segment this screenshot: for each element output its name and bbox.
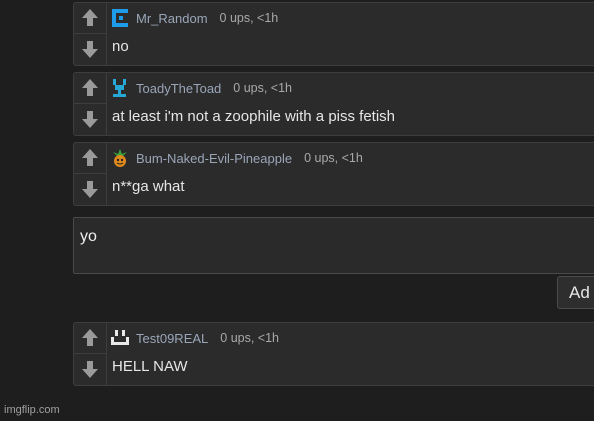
upvote-button[interactable] <box>74 3 106 34</box>
up-arrow-icon <box>82 9 98 27</box>
comment: Test09REAL 0 ups, <1h HELL NAW <box>73 322 594 386</box>
blue-bracket-icon[interactable] <box>110 8 130 28</box>
downvote-button[interactable] <box>74 104 106 134</box>
downvote-button[interactable] <box>74 354 106 384</box>
comment-text: n**ga what <box>112 178 185 195</box>
pixel-creature-icon[interactable] <box>110 78 130 98</box>
pixel-face-icon[interactable] <box>110 328 130 348</box>
comment-meta: 0 ups, <1h <box>220 331 279 345</box>
comment: Bum-Naked-Evil-Pineapple 0 ups, <1h n**g… <box>73 142 594 206</box>
username-link[interactable]: Bum-Naked-Evil-Pineapple <box>136 151 292 166</box>
down-arrow-icon <box>82 180 98 198</box>
comment-header: Test09REAL 0 ups, <1h <box>110 328 279 348</box>
upvote-button[interactable] <box>74 143 106 174</box>
username-link[interactable]: Mr_Random <box>136 11 208 26</box>
down-arrow-icon <box>82 40 98 58</box>
comment-meta: 0 ups, <1h <box>233 81 293 95</box>
up-arrow-icon <box>82 79 98 97</box>
upvote-button[interactable] <box>74 323 106 354</box>
comment-meta: 0 ups, <1h <box>304 151 363 165</box>
pineapple-icon[interactable] <box>110 148 130 168</box>
comment-header: Bum-Naked-Evil-Pineapple 0 ups, <1h <box>110 148 363 168</box>
comment-thread: Mr_Random 0 ups, <1h no ToadyTheToad 0 u… <box>0 0 594 421</box>
downvote-button[interactable] <box>74 174 106 204</box>
comment: Mr_Random 0 ups, <1h no <box>73 2 594 66</box>
up-arrow-icon <box>82 149 98 167</box>
comment-text: no <box>112 38 129 55</box>
comment: ToadyTheToad 0 ups, <1h at least i'm not… <box>73 72 594 136</box>
username-link[interactable]: Test09REAL <box>136 331 208 346</box>
comment-meta: 0 ups, <1h <box>219 11 279 25</box>
username-link[interactable]: ToadyTheToad <box>136 81 221 96</box>
vote-column <box>74 143 107 205</box>
downvote-button[interactable] <box>74 34 106 64</box>
up-arrow-icon <box>82 329 98 347</box>
down-arrow-icon <box>82 110 98 128</box>
vote-column <box>74 323 107 385</box>
add-comment-button[interactable]: Ad <box>557 276 594 309</box>
vote-column <box>74 3 107 65</box>
comment-text: HELL NAW <box>112 358 188 375</box>
comment-header: ToadyTheToad 0 ups, <1h <box>110 78 292 98</box>
upvote-button[interactable] <box>74 73 106 104</box>
watermark: imgflip.com <box>4 404 60 416</box>
reply-input[interactable]: yo <box>73 217 594 274</box>
comment-text: at least i'm not a zoophile with a piss … <box>112 108 396 125</box>
comment-header: Mr_Random 0 ups, <1h <box>110 8 278 28</box>
down-arrow-icon <box>82 360 98 378</box>
vote-column <box>74 73 107 135</box>
